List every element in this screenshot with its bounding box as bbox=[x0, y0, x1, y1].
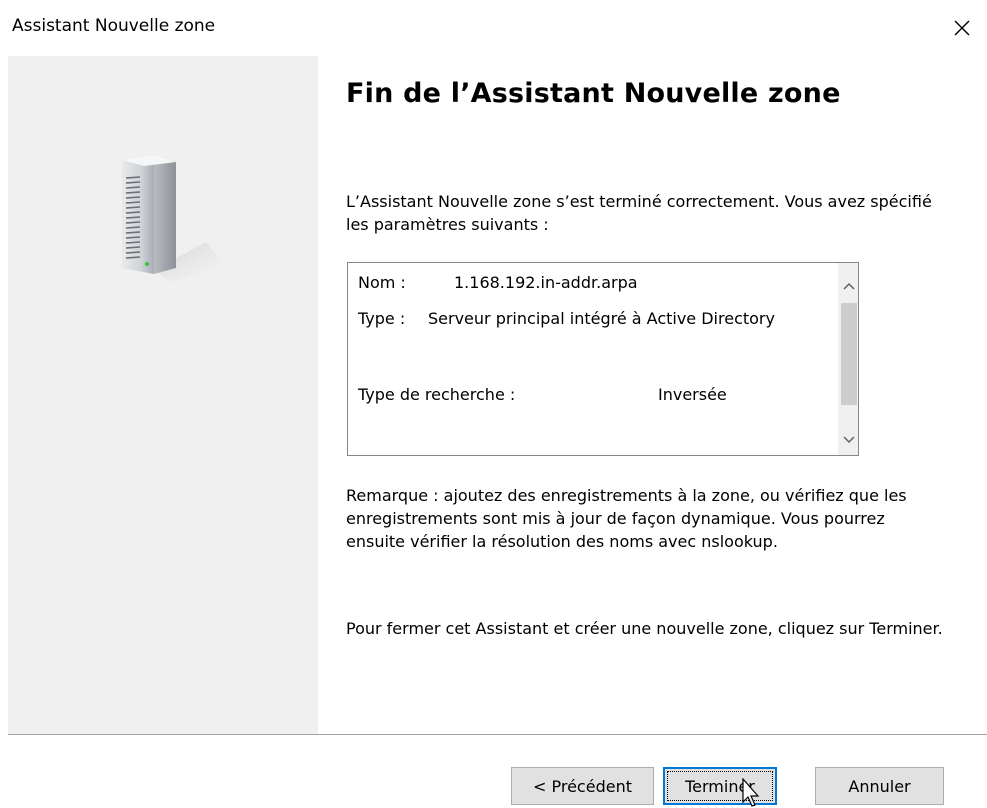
wizard-side-banner bbox=[8, 56, 318, 734]
summary-type-value: Serveur principal intégré à Active Direc… bbox=[428, 309, 775, 328]
settings-summary-box[interactable]: Nom : 1.168.192.in-addr.arpa Type : Serveu… bbox=[347, 262, 859, 456]
server-icon bbox=[122, 154, 224, 282]
summary-nom-label: Nom : bbox=[358, 273, 406, 292]
summary-row-type: Type : Serveur principal intégré à Active… bbox=[358, 307, 838, 383]
mouse-cursor-icon bbox=[742, 778, 760, 807]
footer-separator-highlight bbox=[8, 735, 987, 736]
summary-nom-value: 1.168.192.in-addr.arpa bbox=[454, 273, 638, 292]
close-instruction-text: Pour fermer cet Assistant et créer une n… bbox=[346, 619, 943, 638]
scroll-down-button[interactable] bbox=[839, 429, 859, 451]
close-button[interactable] bbox=[942, 8, 982, 48]
page-heading: Fin de l’Assistant Nouvelle zone bbox=[346, 78, 841, 109]
wizard-window: Assistant Nouvelle zone Fin de l’Assista… bbox=[0, 0, 987, 808]
cancel-button[interactable]: Annuler bbox=[815, 767, 944, 805]
chevron-up-icon bbox=[843, 282, 855, 290]
chevron-down-icon bbox=[843, 436, 855, 444]
summary-row-recherche: Type de recherche : Inversée bbox=[358, 383, 838, 423]
summary-row-nom: Nom : 1.168.192.in-addr.arpa bbox=[358, 271, 838, 307]
scroll-thumb[interactable] bbox=[841, 303, 857, 405]
summary-recherche-label: Type de recherche : bbox=[358, 385, 516, 404]
title-bar: Assistant Nouvelle zone bbox=[0, 0, 987, 56]
close-icon bbox=[954, 20, 970, 36]
scroll-up-button[interactable] bbox=[839, 275, 859, 297]
summary-content: Nom : 1.168.192.in-addr.arpa Type : Serveu… bbox=[358, 271, 838, 423]
note-text: Remarque : ajoutez des enregistrements à… bbox=[346, 486, 907, 551]
summary-type-label: Type : bbox=[358, 309, 406, 328]
intro-text: L’Assistant Nouvelle zone s’est terminé … bbox=[346, 192, 932, 234]
window-title: Assistant Nouvelle zone bbox=[12, 16, 216, 36]
summary-recherche-value: Inversée bbox=[658, 385, 727, 404]
summary-scrollbar[interactable] bbox=[838, 263, 858, 455]
previous-button[interactable]: < Précédent bbox=[511, 767, 654, 805]
